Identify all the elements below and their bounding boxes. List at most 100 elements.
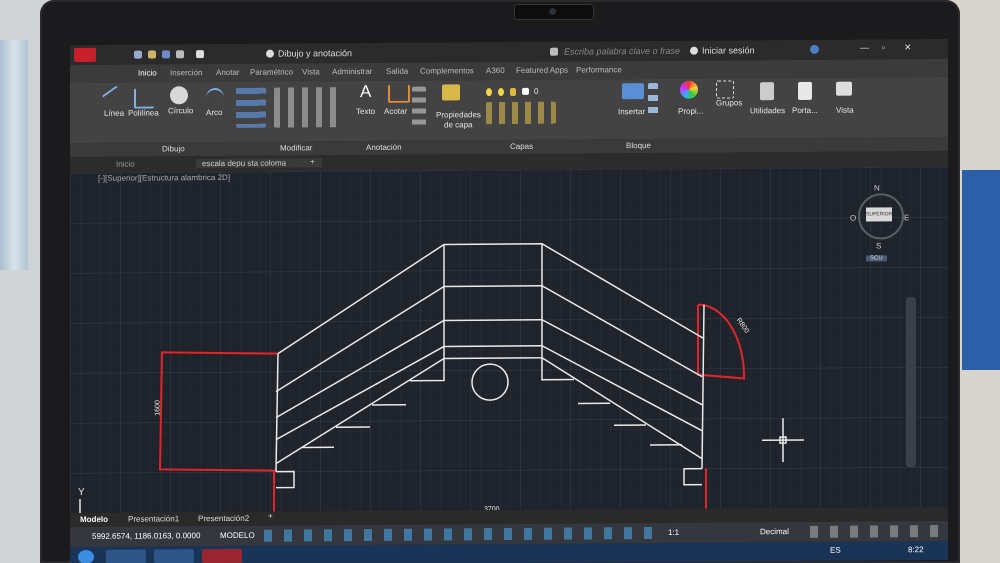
tab-parametrico[interactable]: Paramétrico [250, 68, 293, 77]
tab-a360[interactable]: A360 [486, 66, 505, 75]
open-icon[interactable] [148, 50, 156, 59]
panel-bloque[interactable]: Bloque [626, 141, 651, 150]
maximize-button[interactable]: ▫ [882, 42, 885, 52]
layout-tab-presentacion1[interactable]: Presentación1 [128, 514, 179, 523]
autocad-logo-icon[interactable] [74, 47, 96, 63]
layer-dropdown[interactable]: 0 [534, 87, 538, 96]
circle-icon[interactable] [170, 86, 188, 105]
viewcube-north[interactable]: N [874, 183, 880, 192]
drawing-canvas[interactable]: Y X [-][Superior][Estructura alambrica 2… [70, 166, 948, 514]
close-button[interactable]: ✕ [904, 42, 912, 53]
print-icon[interactable] [176, 50, 184, 59]
lock-icon[interactable] [510, 87, 516, 96]
panel-capas[interactable]: Capas [510, 142, 533, 151]
viewcube-south[interactable]: S [876, 241, 881, 250]
new-tab-button[interactable]: + [310, 157, 315, 166]
propi-button[interactable]: Propi... [678, 107, 703, 116]
insertar-button[interactable]: Insertar [618, 107, 645, 116]
navigation-bar[interactable] [906, 297, 916, 468]
user-icon[interactable] [690, 46, 698, 55]
panel-modificar[interactable]: Modificar [280, 143, 312, 152]
insert-block-icon[interactable] [622, 83, 644, 100]
tab-salida[interactable]: Salida [386, 67, 408, 76]
annotation-tools-icon[interactable] [412, 86, 426, 127]
taskbar-app-icon[interactable] [106, 549, 146, 563]
properties-icon[interactable] [680, 80, 698, 99]
start-button-icon[interactable] [78, 549, 94, 563]
status-right-tools[interactable] [810, 524, 940, 538]
language-indicator[interactable]: ES [830, 546, 841, 555]
tab-anotar[interactable]: Anotar [216, 68, 240, 77]
tab-performance[interactable]: Performance [576, 65, 622, 74]
modify-tools-icon[interactable] [274, 87, 344, 128]
layout-tab-model[interactable]: Modelo [80, 515, 108, 524]
tab-complementos[interactable]: Complementos [420, 66, 474, 75]
save-icon[interactable] [162, 50, 170, 59]
help-icon[interactable] [810, 44, 819, 54]
viewcube-west[interactable]: O [850, 214, 856, 223]
viewcube[interactable]: N O E S SUPERIOR SCU [846, 183, 912, 263]
arco-button[interactable]: Arco [206, 108, 222, 117]
tab-administrar[interactable]: Administrar [332, 67, 372, 76]
tab-featured-apps[interactable]: Featured Apps [516, 66, 568, 75]
lightbulb-icon[interactable] [486, 88, 492, 97]
coordinates-readout[interactable]: 5992.6574, 1186.0163, 0.0000 [92, 531, 200, 541]
signin-button[interactable]: Iniciar sesión [702, 45, 755, 55]
doc-tab-active[interactable]: escala depu sta coloma [196, 158, 323, 169]
viewcube-face[interactable]: SUPERIOR [866, 207, 892, 222]
tab-inicio[interactable]: Inicio [138, 68, 157, 77]
drawing-svg[interactable]: Y X [70, 166, 948, 514]
annotation-scale[interactable]: 1:1 [668, 528, 679, 537]
grupos-button[interactable]: Grupos [716, 98, 742, 107]
layer-tools-icon[interactable] [486, 101, 556, 125]
polyline-icon[interactable] [134, 88, 154, 109]
model-space-toggle[interactable]: MODELO [220, 531, 255, 540]
circulo-button[interactable]: Círculo [168, 106, 193, 115]
calculator-icon[interactable] [760, 82, 774, 101]
layer-properties-icon[interactable] [442, 84, 460, 101]
laptop-screen: Dibujo y anotación Escriba palabra clave… [70, 38, 948, 563]
wcs-menu[interactable]: SCU [866, 255, 887, 262]
units-dropdown[interactable]: Decimal [760, 527, 789, 536]
layer-color-icon[interactable] [522, 87, 529, 95]
tab-insercion[interactable]: Inserción [170, 68, 202, 77]
undo-icon[interactable] [196, 50, 204, 59]
minimize-button[interactable]: — [860, 42, 869, 52]
view-icon[interactable] [836, 81, 852, 96]
text-icon[interactable]: A [360, 82, 374, 101]
add-layout-button[interactable]: + [268, 512, 273, 521]
arc-icon[interactable] [206, 87, 224, 109]
propiedades-capa-button-2[interactable]: de capa [444, 120, 472, 129]
porta-button[interactable]: Porta... [792, 106, 818, 115]
propiedades-capa-button-1[interactable]: Propiedades [436, 110, 481, 119]
gear-icon[interactable] [266, 49, 274, 58]
status-toggles[interactable] [264, 526, 664, 542]
tab-vista[interactable]: Vista [302, 67, 320, 76]
draw-tools-icon[interactable] [236, 87, 266, 128]
viewcube-east[interactable]: E [904, 213, 909, 222]
vista-button[interactable]: Vista [836, 106, 854, 115]
clipboard-icon[interactable] [798, 81, 812, 100]
binoculars-icon[interactable] [550, 47, 558, 56]
taskbar-app-icon-2[interactable] [154, 549, 194, 563]
texto-button[interactable]: Texto [356, 107, 375, 116]
workspace-select[interactable]: Dibujo y anotación [278, 48, 352, 59]
search-field[interactable]: Escriba palabra clave o frase [564, 46, 680, 57]
doc-tab-inicio[interactable]: Inicio [116, 160, 135, 169]
block-tools-icon[interactable] [648, 82, 658, 118]
dimension-icon[interactable] [388, 84, 410, 103]
sun-icon[interactable] [498, 88, 504, 97]
groups-icon[interactable] [716, 80, 734, 99]
layout-tab-presentacion2[interactable]: Presentación2 [198, 514, 249, 523]
panel-anotacion[interactable]: Anotación [366, 143, 402, 152]
acotar-button[interactable]: Acotar [384, 107, 407, 116]
quick-access-icon[interactable] [134, 50, 142, 59]
webcam [514, 4, 594, 20]
taskbar-autocad-icon[interactable] [202, 548, 242, 563]
linea-button[interactable]: Línea [104, 109, 124, 118]
polilinea-button[interactable]: Polilínea [128, 108, 159, 117]
viewport-label[interactable]: [-][Superior][Estructura alambrica 2D] [98, 173, 230, 183]
clock[interactable]: 8:22 [908, 545, 924, 554]
panel-dibujo[interactable]: Dibujo [162, 144, 185, 153]
utilidades-button[interactable]: Utilidades [750, 106, 785, 115]
